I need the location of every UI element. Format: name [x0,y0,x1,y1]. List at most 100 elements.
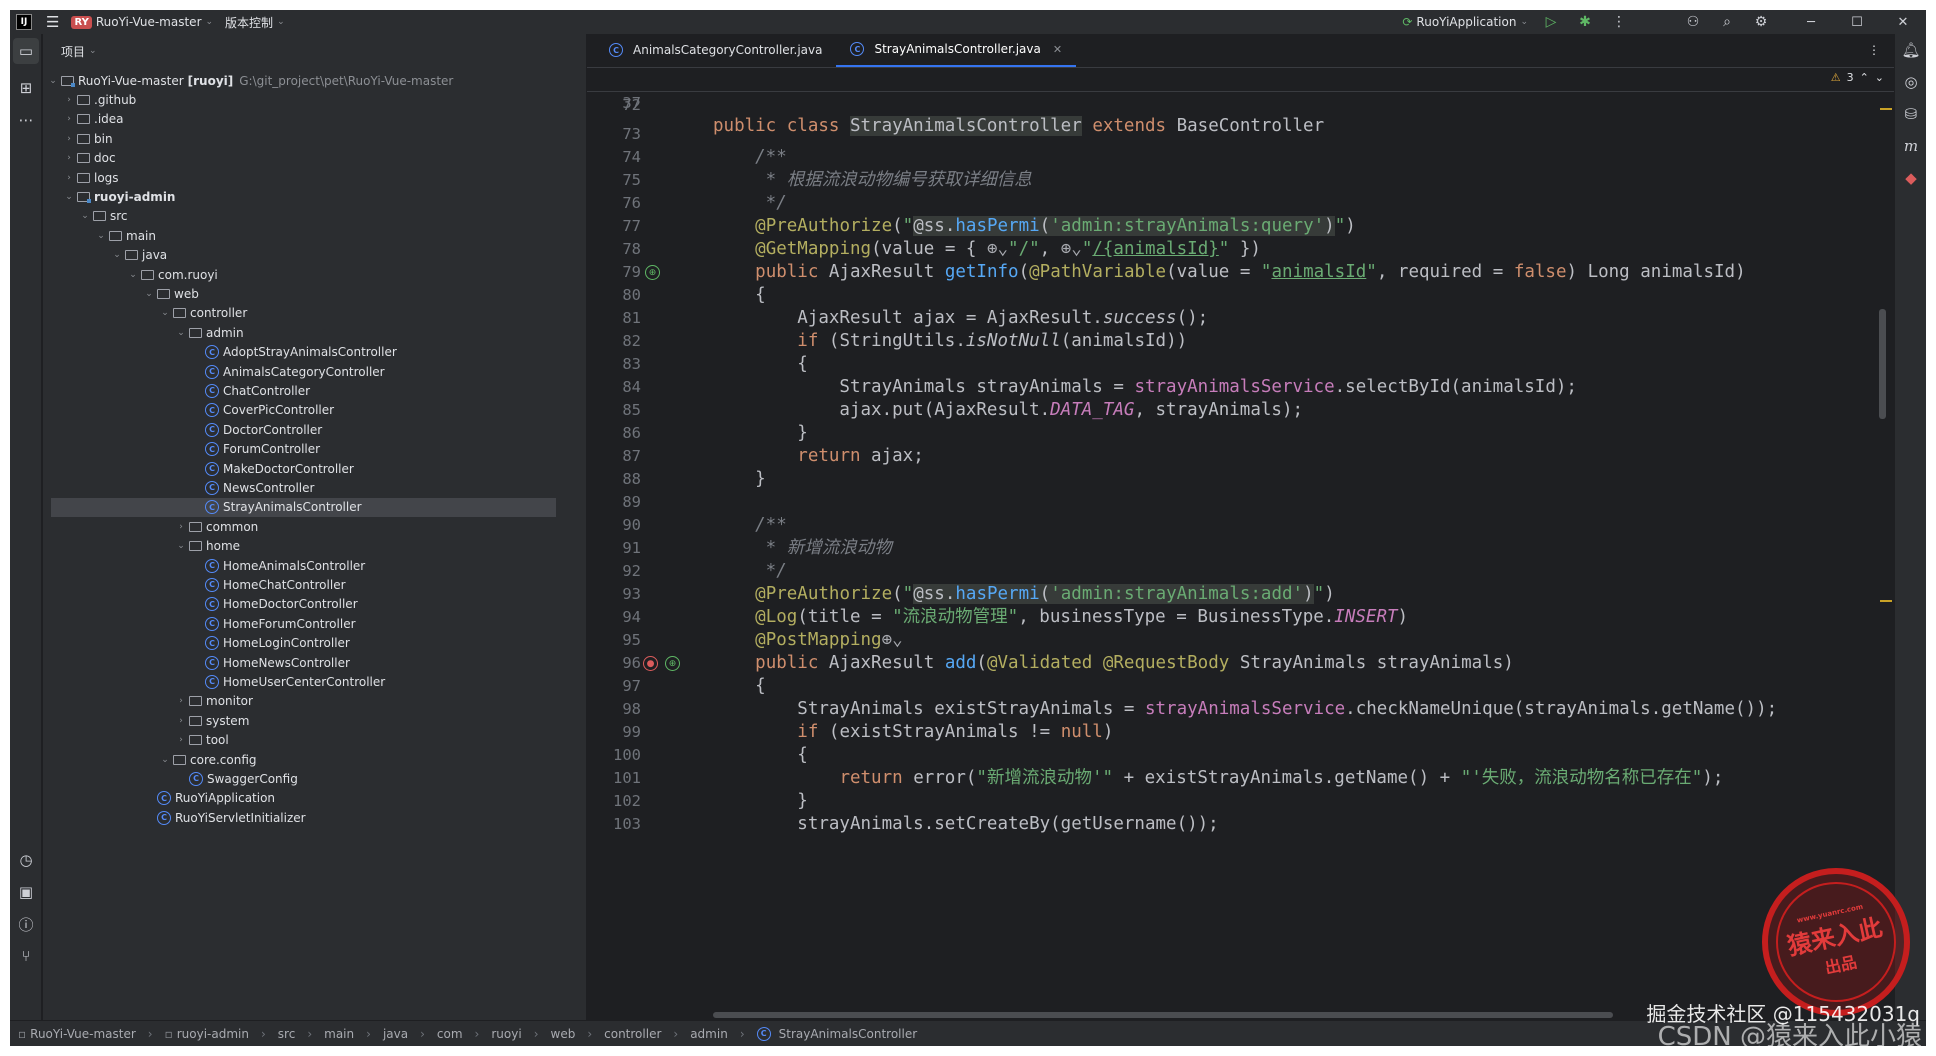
chevron-up-icon[interactable]: ⌃ [1860,71,1869,84]
tree-class-item[interactable]: C HomeLoginController [43,634,350,653]
tree-class-item[interactable]: C RuoYiServletInitializer [43,808,306,827]
close-window-button[interactable]: ✕ [1880,10,1926,34]
chevron-down-icon[interactable]: ⌄ [45,76,61,86]
tree-class-item[interactable]: C AdoptStrayAnimalsController [43,343,397,362]
services-icon[interactable]: ◷ [10,844,42,876]
tree-class-item[interactable]: C HomeChatController [43,575,346,594]
editor-horizontal-scrollbar[interactable] [713,1012,1613,1018]
tree-folder-item[interactable]: › .github [43,90,136,109]
chevron-down-icon[interactable]: ⌄ [77,211,93,221]
git-icon[interactable]: ⑂ [10,940,42,972]
breakpoint-gutter-icon[interactable]: ● [643,656,658,671]
chevron-right-icon[interactable]: › [61,114,77,124]
breadcrumb-item[interactable]: controller [604,1027,661,1041]
chevron-right-icon[interactable]: › [173,522,189,532]
tree-folder-item[interactable]: ⌄ home [43,537,240,556]
chevron-right-icon[interactable]: › [61,153,77,163]
breadcrumb-item[interactable]: com [437,1027,463,1041]
tree-class-item[interactable]: C SwaggerConfig [43,769,298,788]
tree-class-item[interactable]: C HomeAnimalsController [43,556,365,575]
minimize-button[interactable]: ─ [1788,10,1834,34]
tree-class-item[interactable]: C StrayAnimalsController [51,497,556,517]
tree-folder-item[interactable]: ⌄ main [43,226,156,245]
tree-class-item[interactable]: C CoverPicController [43,401,334,420]
chevron-down-icon[interactable]: ⌄ [173,328,189,338]
project-switcher[interactable]: RY RuoYi-Vue-master ⌄ [65,10,219,34]
project-folder-icon[interactable]: ▭ [13,38,39,64]
more-actions-icon[interactable]: ⋮ [1602,10,1636,34]
search-icon[interactable]: ⌕ [1710,10,1744,34]
main-menu-button[interactable]: ☰ [40,10,65,34]
tree-folder-item[interactable]: › .idea [43,110,123,129]
chevron-down-icon[interactable]: ⌄ [1875,71,1884,84]
close-tab-icon[interactable]: ✕ [1053,43,1062,56]
chevron-down-icon[interactable]: ⌄ [61,192,77,202]
tree-class-item[interactable]: C HomeUserCenterController [43,672,385,691]
chevron-down-icon[interactable]: ⌄ [93,231,109,241]
vcs-menu[interactable]: 版本控制 ⌄ [219,10,291,34]
breadcrumb-item[interactable]: admin [690,1027,728,1041]
endpoint-gutter-icon[interactable]: ⊕ [665,656,680,671]
run-icon[interactable]: ▷ [1534,10,1568,34]
chevron-down-icon[interactable]: ⌄ [157,755,173,765]
editor-vertical-scrollbar[interactable] [1879,309,1886,419]
tree-folder-item[interactable]: ⌄ admin [43,323,243,342]
run-config-selector[interactable]: ⟳ RuoYiApplication ⌄ [1396,10,1534,34]
chevron-down-icon[interactable]: ⌄ [157,308,173,318]
warning-marker[interactable] [1880,600,1892,602]
tree-folder-item[interactable]: › monitor [43,692,253,711]
chevron-right-icon[interactable]: › [173,716,189,726]
tree-class-item[interactable]: C MakeDoctorController [43,459,354,478]
chevron-right-icon[interactable]: › [61,95,77,105]
tree-folder-item[interactable]: › tool [43,731,229,750]
terminal-icon[interactable]: ▣ [10,876,42,908]
tree-folder-item[interactable]: › doc [43,149,115,168]
code-area[interactable]: 72 73 74 /** 75 * 根据流浪动物编号获取详细信息 76 */ 7… [587,94,1894,1020]
chevron-right-icon[interactable]: › [173,735,189,745]
breadcrumb-item[interactable]: main [324,1027,354,1041]
database-icon[interactable]: ⛁ [1895,98,1926,130]
tree-class-item[interactable]: C ForumController [43,440,320,459]
tab-animals-category-controller[interactable]: C AnimalsCategoryController.java [595,33,836,67]
tree-folder-item[interactable]: ⌄ com.ruoyi [43,265,218,284]
tree-folder-item[interactable]: ⌄ ruoyi-admin [43,187,175,206]
tree-class-item[interactable]: C RuoYiApplication [43,789,275,808]
debug-icon[interactable]: ✱ [1568,10,1602,34]
breadcrumb-item[interactable]: java [383,1027,408,1041]
more-tools-icon[interactable]: ⋯ [10,104,42,136]
ai-assistant-icon[interactable]: ◎ [1895,66,1926,98]
tab-stray-animals-controller[interactable]: C StrayAnimalsController.java ✕ [836,33,1077,67]
endpoint-gutter-icon[interactable]: ⊕ [645,265,660,280]
tree-folder-item[interactable]: › bin [43,129,112,148]
chevron-right-icon[interactable]: › [61,134,77,144]
structure-icon[interactable]: ⊞ [10,72,42,104]
tree-class-item[interactable]: C HomeDoctorController [43,595,358,614]
chevron-down-icon[interactable]: ⌄ [173,541,189,551]
tree-class-item[interactable]: C ChatController [43,381,310,400]
tabs-more-icon[interactable]: ⋮ [1854,33,1894,67]
tree-folder-item[interactable]: ⌄ web [43,284,199,303]
notifications-bell-icon[interactable]: 🔔︎ [1895,34,1926,66]
tree-class-item[interactable]: C NewsController [43,478,314,497]
tree-folder-item[interactable]: ⌄ src [43,207,127,226]
tree-folder-item[interactable]: › system [43,711,249,730]
plugin-icon[interactable]: ◆ [1895,162,1926,194]
problems-icon[interactable]: ⓘ [10,908,42,940]
chevron-down-icon[interactable]: ⌄ [125,270,141,280]
breadcrumb-item[interactable]: RuoYi-Vue-master [30,1027,136,1041]
tree-folder-item[interactable]: ⌄ java [43,246,167,265]
warning-marker[interactable] [1880,108,1892,110]
chevron-right-icon[interactable]: › [61,173,77,183]
settings-gear-icon[interactable]: ⚙ [1744,10,1778,34]
tree-class-item[interactable]: C DoctorController [43,420,322,439]
breadcrumb-item[interactable]: StrayAnimalsController [779,1027,918,1041]
tree-class-item[interactable]: C AnimalsCategoryController [43,362,385,381]
tree-folder-item[interactable]: ⌄ core.config [43,750,256,769]
chevron-down-icon[interactable]: ⌄ [109,250,125,260]
tree-class-item[interactable]: C HomeNewsController [43,653,350,672]
tree-folder-item[interactable]: › logs [43,168,118,187]
chevron-down-icon[interactable]: ⌄ [141,289,157,299]
inspection-widget[interactable]: ⚠ 3 ⌃ ⌄ [1831,71,1884,84]
breadcrumb-item[interactable]: ruoyi [491,1027,521,1041]
chevron-right-icon[interactable]: › [173,696,189,706]
